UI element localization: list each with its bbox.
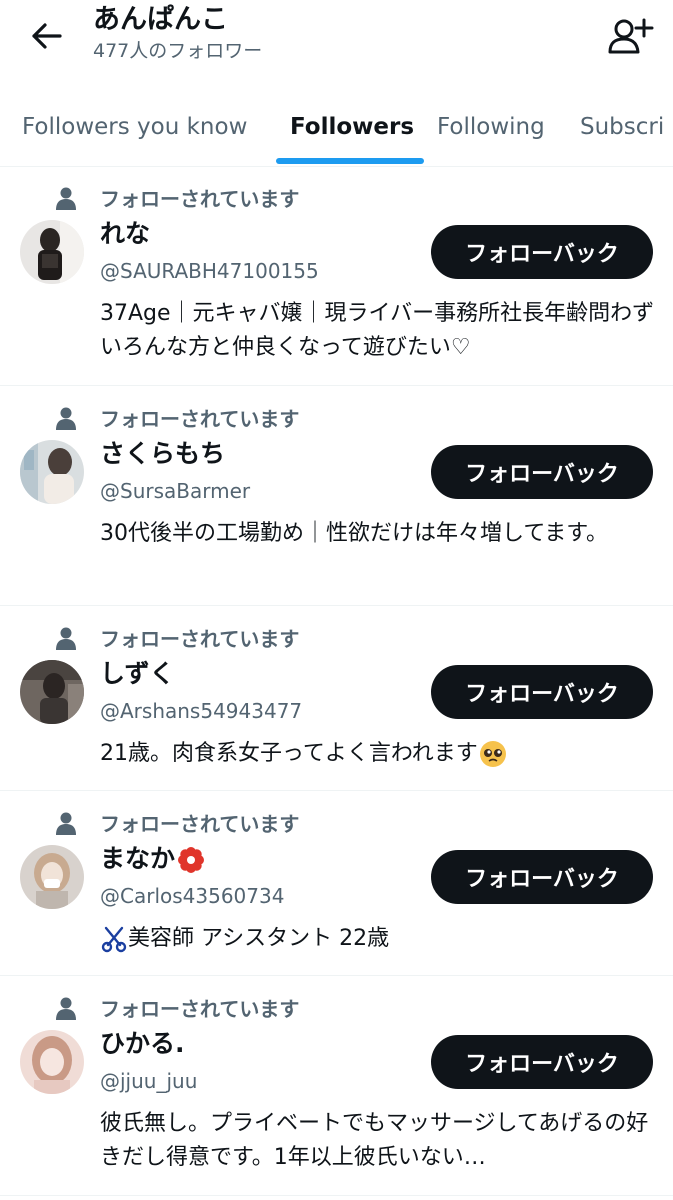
follow-back-button[interactable]: フォローバック xyxy=(431,445,653,499)
tab-followers[interactable]: Followers xyxy=(290,112,414,142)
user-bio-text: 美容師 アシスタント 22歳 xyxy=(128,926,390,951)
avatar-image xyxy=(20,1030,84,1094)
user-bio: 美容師 アシスタント 22歳 xyxy=(100,922,655,956)
follow-back-button[interactable]: フォローバック xyxy=(431,1035,653,1089)
tab-followers-you-know[interactable]: Followers you know xyxy=(22,112,247,142)
avatar-image xyxy=(20,660,84,724)
followed-by-text: フォローされています xyxy=(100,812,300,836)
followed-by-text: フォローされています xyxy=(100,627,300,651)
active-tab-indicator xyxy=(276,158,424,164)
page-title: あんぱんこ xyxy=(93,4,228,35)
avatar[interactable] xyxy=(20,660,84,724)
avatar-image xyxy=(20,440,84,504)
follow-back-button[interactable]: フォローバック xyxy=(431,850,653,904)
list-item[interactable]: フォローされています さくらもち @SursaBarmer フォローバック 30… xyxy=(0,386,673,606)
followed-by-text: フォローされています xyxy=(100,187,300,211)
add-user-icon xyxy=(608,18,654,54)
arrow-left-icon xyxy=(32,23,62,49)
pleading-face-emoji xyxy=(479,741,506,767)
back-button[interactable] xyxy=(26,16,70,56)
user-bio: 彼氏無し。プライベートでもマッサージしてあげるの好きだし得意です。1年以上彼氏い… xyxy=(100,1111,649,1170)
display-name[interactable]: れな xyxy=(100,218,150,250)
display-name[interactable]: さくらもち xyxy=(100,438,225,470)
scissors-emoji xyxy=(101,926,127,953)
tab-bar: Followers you know Followers Following S… xyxy=(0,98,673,167)
avatar[interactable] xyxy=(20,220,84,284)
username: @SursaBarmer xyxy=(100,479,251,503)
list-item[interactable]: フォローされています しずく @Arshans54943477 フォローバック … xyxy=(0,606,673,791)
follower-count: 477人のフォロワー xyxy=(93,40,263,62)
person-icon xyxy=(56,812,76,835)
tab-following[interactable]: Following xyxy=(437,112,545,142)
header: あんぱんこ 477人のフォロワー xyxy=(0,0,673,90)
person-icon xyxy=(56,187,76,210)
display-name-text: まなか xyxy=(100,844,176,873)
username: @Arshans54943477 xyxy=(100,699,303,723)
follow-back-button[interactable]: フォローバック xyxy=(431,225,653,279)
user-bio: 30代後半の工場勤め｜性欲だけは年々増してます。 xyxy=(100,521,609,546)
follow-user-button[interactable] xyxy=(604,14,654,58)
avatar[interactable] xyxy=(20,845,84,909)
username: @jjuu_juu xyxy=(100,1069,198,1093)
user-bio: 37Age｜元キャバ嬢｜現ライバー事務所社長年齢問わずいろんな方と仲良くなって遊… xyxy=(100,301,655,360)
list-item[interactable]: フォローされています れな @SAURABH47100155 フォローバック 3… xyxy=(0,166,673,386)
title-block: あんぱんこ 477人のフォロワー xyxy=(93,2,262,64)
avatar-image xyxy=(20,845,84,909)
person-icon xyxy=(56,407,76,430)
user-bio: 21歳。肉食系女子ってよく言われます xyxy=(100,737,655,771)
followed-by-text: フォローされています xyxy=(100,997,300,1021)
avatar[interactable] xyxy=(20,1030,84,1094)
username: @Carlos43560734 xyxy=(100,884,285,908)
avatar[interactable] xyxy=(20,440,84,504)
user-bio-text: 21歳。肉食系女子ってよく言われます xyxy=(100,741,478,766)
display-name[interactable]: ひかる. xyxy=(100,1028,185,1060)
red-flower-emoji xyxy=(178,847,205,873)
person-icon xyxy=(56,997,76,1020)
person-icon xyxy=(56,627,76,650)
display-name[interactable]: しずく xyxy=(100,658,175,690)
follow-back-button[interactable]: フォローバック xyxy=(431,665,653,719)
followed-by-text: フォローされています xyxy=(100,407,300,431)
follower-list: フォローされています れな @SAURABH47100155 フォローバック 3… xyxy=(0,166,673,1196)
display-name[interactable]: まなか xyxy=(100,843,205,875)
username: @SAURABH47100155 xyxy=(100,259,319,283)
avatar-image xyxy=(20,220,84,284)
tab-subscriptions[interactable]: Subscri xyxy=(580,112,664,142)
list-item[interactable]: フォローされています ひかる. @jjuu_juu フォローバック 彼氏無し。プ… xyxy=(0,976,673,1196)
list-item[interactable]: フォローされています まなか @Carlos43560734 フォローバック 美… xyxy=(0,791,673,976)
